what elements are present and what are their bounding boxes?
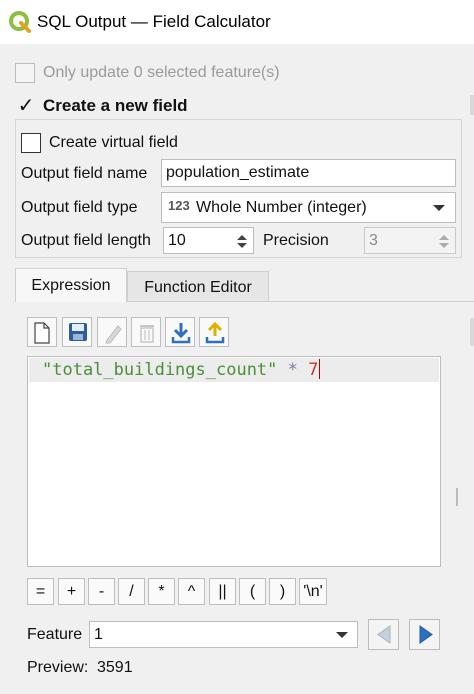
expression-code: "total_buildings_count" * 7 (42, 359, 321, 380)
operator-divide-button[interactable]: / (118, 578, 145, 605)
operator-newline-button[interactable]: '\n' (299, 578, 327, 605)
output-field-type-value: Whole Number (integer) (196, 199, 367, 216)
expression-field-string: "total_buildings_count" (42, 360, 278, 380)
spin-down-icon (439, 243, 449, 248)
chevron-down-icon (336, 632, 348, 638)
create-virtual-field-checkbox[interactable] (21, 133, 41, 153)
chevron-down-icon (433, 205, 445, 211)
only-update-selected-checkbox[interactable] (15, 63, 35, 83)
create-new-field-label: Create a new field (43, 96, 188, 115)
new-file-button[interactable] (27, 317, 57, 347)
import-button[interactable] (165, 317, 195, 347)
spin-down-icon[interactable] (237, 243, 247, 248)
save-icon (69, 323, 87, 341)
create-new-field-checkbox[interactable]: ✓ (15, 95, 37, 117)
precision-spinbox[interactable]: 3 (364, 227, 456, 254)
export-button[interactable] (199, 317, 229, 347)
operator-multiply-button[interactable]: * (148, 578, 175, 605)
output-field-length-value: 10 (168, 232, 186, 249)
next-feature-button[interactable] (409, 619, 440, 650)
output-field-type-label: Output field type (21, 199, 138, 216)
integer-type-icon: 123 (168, 198, 190, 213)
operator-minus-button[interactable]: - (88, 578, 115, 605)
spin-up-icon[interactable] (237, 235, 247, 240)
preview-value: 3591 (97, 659, 133, 676)
text-caret (319, 359, 321, 379)
output-field-length-spinbox[interactable]: 10 (163, 227, 254, 254)
expression-editor[interactable]: "total_buildings_count" * 7 (27, 356, 441, 567)
operator-concat-button[interactable]: || (209, 578, 236, 605)
arrow-left-icon (377, 625, 391, 644)
previous-feature-button[interactable] (368, 619, 399, 650)
tab-expression[interactable]: Expression (15, 268, 127, 302)
output-field-length-label: Output field length (21, 232, 151, 249)
feature-value: 1 (94, 626, 103, 643)
expression-operator: * (287, 360, 298, 380)
operator-equals-button[interactable]: = (27, 578, 54, 605)
tab-function-editor[interactable]: Function Editor (127, 271, 269, 302)
side-panel-edge (470, 95, 474, 115)
output-field-type-select[interactable]: 123 Whole Number (integer) (161, 192, 456, 223)
precision-label: Precision (263, 232, 329, 249)
operator-close-paren-button[interactable]: ) (269, 578, 296, 605)
operator-power-button[interactable]: ^ (178, 578, 205, 605)
save-button[interactable] (62, 317, 92, 347)
create-virtual-field-label: Create virtual field (49, 134, 178, 151)
operator-open-paren-button[interactable]: ( (239, 578, 266, 605)
spin-up-icon (439, 235, 449, 240)
delete-icon (140, 325, 154, 343)
window-title: SQL Output — Field Calculator (37, 12, 271, 31)
only-update-selected-label: Only update 0 selected feature(s) (43, 64, 280, 81)
delete-button (131, 317, 161, 347)
arrow-right-icon (419, 625, 433, 644)
feature-label: Feature (27, 626, 83, 643)
export-icon (205, 322, 225, 344)
edit-button (97, 317, 127, 347)
output-field-name-input[interactable]: population_estimate (161, 159, 456, 187)
new-file-icon (34, 322, 50, 344)
feature-select[interactable]: 1 (89, 621, 358, 648)
import-icon (171, 323, 191, 344)
operator-plus-button[interactable]: + (58, 578, 85, 605)
preview-label: Preview: (27, 659, 89, 676)
expression-number: 7 (308, 360, 319, 380)
precision-value: 3 (369, 232, 378, 249)
edit-icon (105, 325, 122, 344)
splitter-handle[interactable] (456, 488, 458, 506)
qgis-logo-icon (9, 11, 31, 33)
output-field-name-label: Output field name (21, 165, 148, 182)
